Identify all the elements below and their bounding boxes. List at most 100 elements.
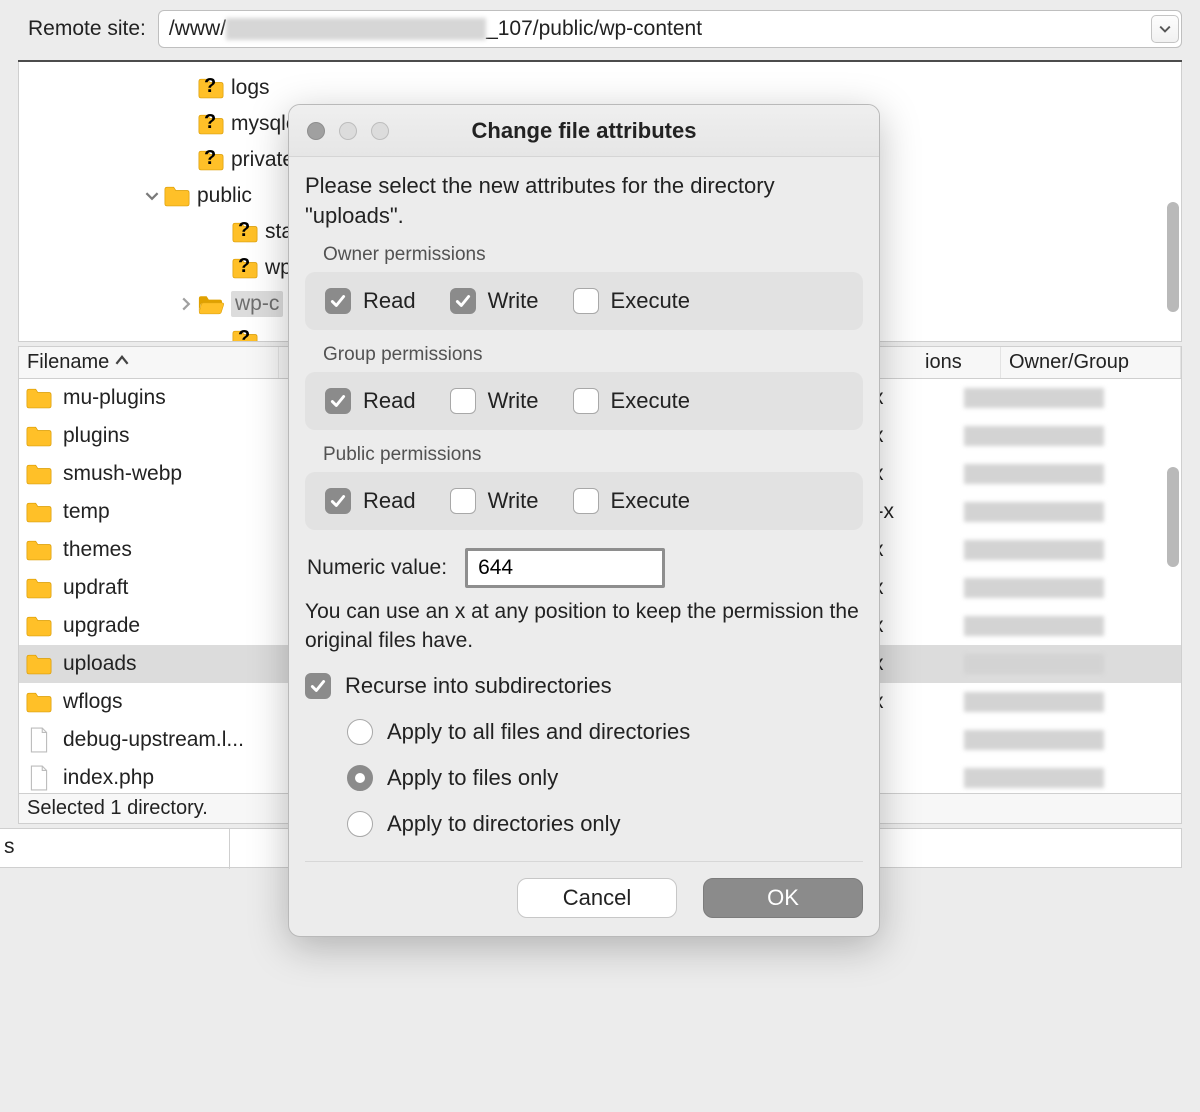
window-close-button[interactable]	[307, 122, 325, 140]
folder-icon	[25, 575, 53, 601]
group-write-label: Write	[488, 388, 539, 414]
owner-read-label: Read	[363, 288, 416, 314]
public-execute-label: Execute	[611, 488, 691, 514]
apply-all-row: Apply to all files and directories	[347, 709, 863, 755]
owner-permissions-group: Owner permissions Read Write Execute	[305, 238, 863, 330]
public-permissions-title: Public permissions	[305, 438, 863, 472]
remote-site-bar: Remote site: /www/ _107/public/wp-content	[0, 0, 1200, 60]
apply-all-label: Apply to all files and directories	[387, 719, 690, 745]
file-name: wflogs	[63, 690, 123, 714]
file-icon	[25, 765, 53, 791]
owner-write-checkbox[interactable]	[450, 288, 476, 314]
col-owner-label: Owner/Group	[1009, 351, 1129, 374]
group-read-checkbox[interactable]	[325, 388, 351, 414]
owner-redacted	[964, 692, 1104, 712]
file-name: debug-upstream.l...	[63, 728, 244, 752]
owner-write-label: Write	[488, 288, 539, 314]
col-permissions[interactable]: ions	[917, 347, 1001, 378]
remote-site-label: Remote site:	[28, 17, 146, 41]
folder-icon	[25, 423, 53, 449]
file-name: smush-webp	[63, 462, 182, 486]
owner-redacted	[964, 616, 1104, 636]
public-read-checkbox[interactable]	[325, 488, 351, 514]
tree-item-label: wp-c	[231, 291, 283, 317]
folder-icon	[163, 185, 191, 207]
col-filename[interactable]: Filename	[19, 347, 279, 378]
path-dropdown-button[interactable]	[1151, 15, 1179, 43]
recurse-checkbox[interactable]	[305, 673, 331, 699]
apply-dirs-only-label: Apply to directories only	[387, 811, 621, 837]
apply-files-only-radio[interactable]	[347, 765, 373, 791]
folder-icon	[25, 613, 53, 639]
folder-icon	[25, 537, 53, 563]
window-zoom-button[interactable]	[371, 122, 389, 140]
folder-icon	[25, 499, 53, 525]
chevron-down-icon[interactable]	[143, 187, 161, 205]
file-list-status-text: Selected 1 directory.	[27, 797, 208, 819]
owner-redacted	[964, 426, 1104, 446]
window-minimize-button[interactable]	[339, 122, 357, 140]
owner-read-checkbox[interactable]	[325, 288, 351, 314]
col-owner[interactable]: Owner/Group	[1001, 347, 1181, 378]
recurse-label: Recurse into subdirectories	[345, 673, 612, 699]
folder-unknown-icon	[197, 149, 225, 171]
file-name: uploads	[63, 652, 137, 676]
dialog-instruction: Please select the new attributes for the…	[305, 171, 863, 230]
bottom-strip-text: s	[0, 829, 19, 869]
path-prefix: /www/	[169, 17, 226, 40]
file-name: themes	[63, 538, 132, 562]
tree-item-label: public	[197, 184, 252, 208]
list-scrollbar[interactable]	[1167, 467, 1179, 567]
owner-redacted	[964, 464, 1104, 484]
folder-open-icon	[197, 293, 225, 315]
owner-redacted	[964, 388, 1104, 408]
owner-permissions-title: Owner permissions	[305, 238, 863, 272]
file-name: plugins	[63, 424, 130, 448]
chevron-right-icon[interactable]	[177, 295, 195, 313]
apply-all-radio[interactable]	[347, 719, 373, 745]
public-write-label: Write	[488, 488, 539, 514]
public-permissions-group: Public permissions Read Write Execute	[305, 438, 863, 530]
cancel-button[interactable]: Cancel	[517, 878, 677, 918]
folder-unknown-icon	[231, 221, 259, 243]
tree-item[interactable]: logs	[19, 70, 1181, 106]
group-permissions-group: Group permissions Read Write Execute	[305, 338, 863, 430]
folder-icon	[25, 651, 53, 677]
group-write-checkbox[interactable]	[450, 388, 476, 414]
tree-item-label: .	[265, 328, 271, 342]
folder-icon	[25, 461, 53, 487]
group-execute-checkbox[interactable]	[573, 388, 599, 414]
cancel-button-label: Cancel	[563, 885, 631, 911]
public-write-checkbox[interactable]	[450, 488, 476, 514]
apply-dirs-only-radio[interactable]	[347, 811, 373, 837]
sort-asc-icon	[115, 351, 129, 374]
file-name: upgrade	[63, 614, 140, 638]
owner-redacted	[964, 578, 1104, 598]
file-name: updraft	[63, 576, 128, 600]
bottom-divider	[229, 829, 230, 869]
change-attributes-dialog: Change file attributes Please select the…	[288, 104, 880, 937]
path-suffix: _107/public/wp-content	[486, 17, 702, 40]
owner-redacted	[964, 502, 1104, 522]
owner-execute-label: Execute	[611, 288, 691, 314]
group-permissions-title: Group permissions	[305, 338, 863, 372]
tree-scrollbar[interactable]	[1167, 202, 1179, 312]
apply-dirs-only-row: Apply to directories only	[347, 801, 863, 847]
file-icon	[25, 727, 53, 753]
remote-path-input[interactable]: /www/ _107/public/wp-content	[158, 10, 1182, 48]
ok-button[interactable]: OK	[703, 878, 863, 918]
numeric-value-input[interactable]	[465, 548, 665, 588]
tree-item-label: private	[231, 148, 294, 172]
dialog-titlebar: Change file attributes	[289, 105, 879, 157]
owner-redacted	[964, 654, 1104, 674]
file-name: mu-plugins	[63, 386, 166, 410]
col-permissions-label: ions	[925, 351, 962, 374]
owner-execute-checkbox[interactable]	[573, 288, 599, 314]
col-filename-label: Filename	[27, 351, 109, 374]
path-redacted	[226, 18, 486, 40]
public-read-label: Read	[363, 488, 416, 514]
folder-unknown-icon	[231, 257, 259, 279]
folder-unknown-icon	[197, 77, 225, 99]
owner-redacted	[964, 730, 1104, 750]
public-execute-checkbox[interactable]	[573, 488, 599, 514]
